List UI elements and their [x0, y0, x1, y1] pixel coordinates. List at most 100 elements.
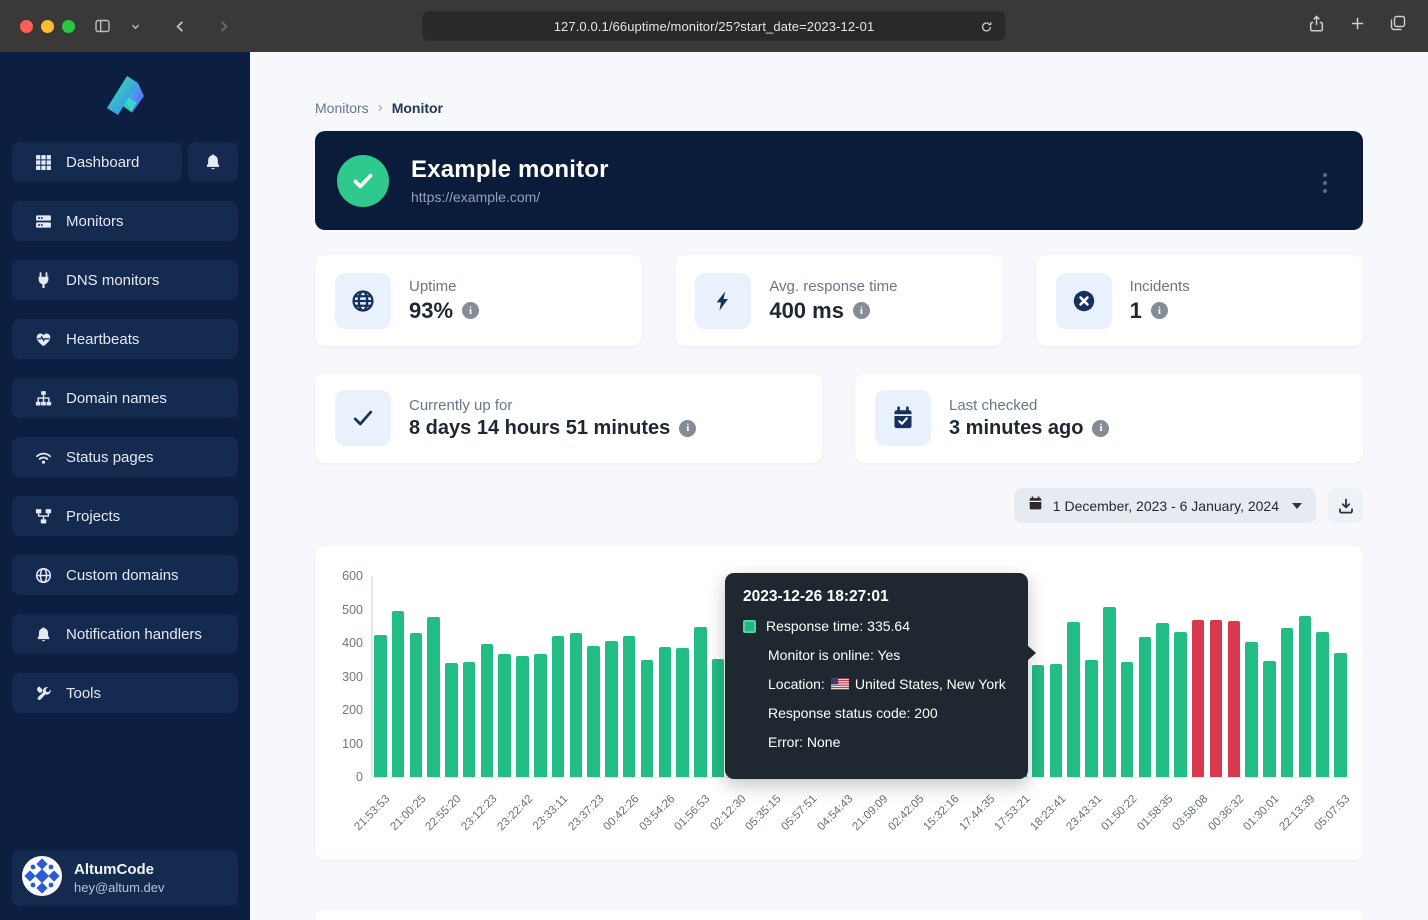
address-bar[interactable]: 127.0.0.1/66uptime/monitor/25?start_date…: [423, 11, 1006, 41]
bar[interactable]: [445, 663, 458, 777]
sidebar-item-heartbeats[interactable]: Heartbeats: [12, 319, 238, 359]
bar[interactable]: [1316, 632, 1329, 777]
user-card[interactable]: AltumCode hey@altum.dev: [12, 850, 238, 906]
bar[interactable]: [1228, 621, 1241, 777]
bar[interactable]: [1245, 642, 1258, 777]
user-name: AltumCode: [74, 861, 165, 878]
reload-icon[interactable]: [976, 16, 998, 38]
bar[interactable]: [481, 644, 494, 777]
bar[interactable]: [552, 636, 565, 777]
bar[interactable]: [694, 627, 707, 777]
circle-x-icon: [1056, 273, 1112, 329]
sidebar-item-monitors[interactable]: Monitors: [12, 201, 238, 241]
bar-hovered[interactable]: [1032, 665, 1045, 777]
sidebar-item-dns-monitors[interactable]: DNS monitors: [12, 260, 238, 300]
chevron-down-icon[interactable]: [126, 17, 145, 36]
sidebar-item-label: Monitors: [66, 213, 124, 230]
back-button[interactable]: [169, 15, 192, 38]
x-tick-label: 23:37:23: [566, 793, 606, 833]
sidebar-item-status-pages[interactable]: Status pages: [12, 437, 238, 477]
bar[interactable]: [659, 647, 672, 777]
bar[interactable]: [1139, 637, 1152, 777]
bar[interactable]: [1192, 620, 1205, 777]
bar[interactable]: [410, 633, 423, 777]
tooltip-location-prefix: Location:: [768, 676, 825, 692]
bar[interactable]: [1210, 620, 1223, 777]
globe-navy-icon: [335, 273, 391, 329]
sidebar-item-notification-handlers[interactable]: Notification handlers: [12, 614, 238, 654]
x-tick-label: 01:56:53: [673, 793, 713, 833]
bar[interactable]: [1103, 607, 1116, 778]
bar[interactable]: [516, 656, 529, 777]
sidebar-item-label: Custom domains: [66, 567, 179, 584]
bar[interactable]: [1085, 660, 1098, 777]
sidebar-item-dashboard[interactable]: Dashboard: [12, 142, 182, 182]
x-tick-label: 03:54:26: [637, 793, 677, 833]
info-icon[interactable]: [679, 420, 696, 437]
y-tick-label: 500: [315, 603, 363, 617]
monitor-menu-icon[interactable]: [1319, 169, 1331, 197]
x-tick-label: 05:57:51: [779, 793, 819, 833]
bar[interactable]: [1299, 616, 1312, 777]
zoom-window-button[interactable]: [62, 20, 75, 33]
bar[interactable]: [374, 635, 387, 777]
download-chart-button[interactable]: [1328, 488, 1363, 523]
bar[interactable]: [587, 646, 600, 777]
bar[interactable]: [1050, 664, 1063, 777]
bar[interactable]: [712, 659, 725, 777]
info-icon[interactable]: [1151, 302, 1168, 319]
breadcrumb-monitors-link[interactable]: Monitors: [315, 100, 369, 116]
bar[interactable]: [676, 648, 689, 777]
stat-value: 400 ms: [769, 298, 844, 324]
url-text: 127.0.0.1/66uptime/monitor/25?start_date…: [554, 19, 875, 34]
x-tick-label: 02:42:05: [886, 793, 926, 833]
bell-icon: [204, 153, 222, 171]
bar[interactable]: [1067, 622, 1080, 777]
x-tick-label: 17:44:35: [957, 793, 997, 833]
bar[interactable]: [1334, 653, 1347, 777]
date-range-picker[interactable]: 1 December, 2023 - 6 January, 2024: [1014, 488, 1316, 523]
x-tick-label: 18:23:41: [1028, 793, 1068, 833]
new-tab-icon[interactable]: [1346, 12, 1369, 35]
stat-value: 93%: [409, 298, 453, 324]
info-icon[interactable]: [853, 302, 870, 319]
x-tick-label: 01:58:35: [1135, 793, 1175, 833]
bar[interactable]: [463, 662, 476, 777]
bar[interactable]: [1263, 661, 1276, 777]
tab-overview-icon[interactable]: [1386, 11, 1410, 35]
share-icon[interactable]: [1304, 10, 1329, 36]
forward-button[interactable]: [212, 15, 235, 38]
sidebar-item-custom-domains[interactable]: Custom domains: [12, 555, 238, 595]
bar[interactable]: [427, 617, 440, 777]
x-tick-label: 21:09:09: [850, 793, 890, 833]
sidebar-toggle-icon[interactable]: [89, 14, 116, 38]
stat-value: 8 days 14 hours 51 minutes: [409, 417, 670, 440]
browser-chrome: 127.0.0.1/66uptime/monitor/25?start_date…: [0, 0, 1428, 52]
info-icon[interactable]: [1092, 420, 1109, 437]
bar[interactable]: [623, 636, 636, 777]
stat-card-incidents: Incidents1: [1036, 255, 1363, 346]
x-tick-label: 05:07:53: [1313, 793, 1353, 833]
bar[interactable]: [570, 633, 583, 777]
y-tick-label: 400: [315, 636, 363, 650]
sidebar-item-domain-names[interactable]: Domain names: [12, 378, 238, 418]
bar[interactable]: [641, 660, 654, 777]
info-icon[interactable]: [462, 302, 479, 319]
bar[interactable]: [605, 641, 618, 777]
bar[interactable]: [392, 611, 405, 777]
bar[interactable]: [1121, 662, 1134, 777]
x-tick-label: 23:33:11: [531, 793, 571, 833]
bar[interactable]: [1156, 623, 1169, 777]
bar[interactable]: [534, 654, 547, 777]
sidebar-item-tools[interactable]: Tools: [12, 673, 238, 713]
tooltip-location-value: United States, New York: [855, 676, 1006, 692]
sidebar-item-projects[interactable]: Projects: [12, 496, 238, 536]
minimize-window-button[interactable]: [41, 20, 54, 33]
app-logo[interactable]: [12, 72, 238, 120]
notifications-bell-button[interactable]: [188, 142, 238, 182]
bar[interactable]: [1174, 632, 1187, 777]
stat-value: 1: [1130, 298, 1142, 324]
close-window-button[interactable]: [20, 20, 33, 33]
bar[interactable]: [1281, 628, 1294, 777]
bar[interactable]: [498, 654, 511, 777]
